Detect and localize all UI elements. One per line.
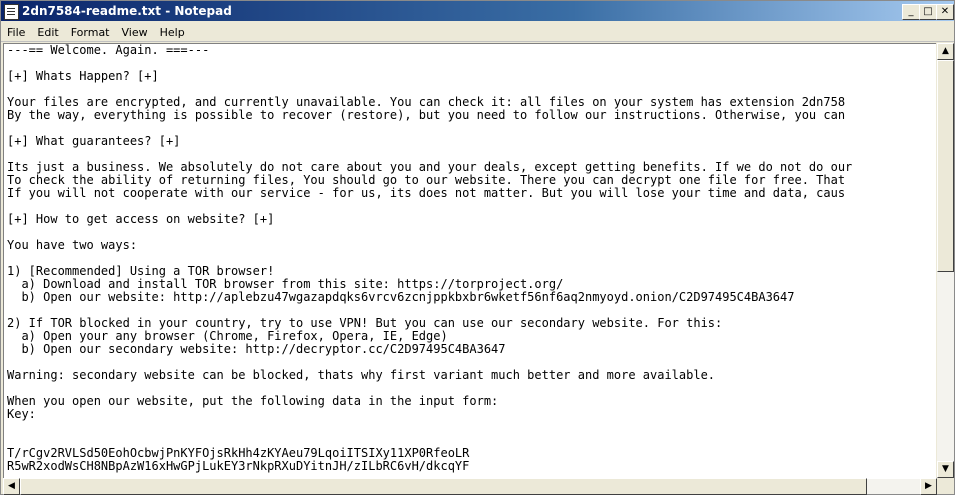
document-text[interactable]: ---== Welcome. Again. ===--- [+] Whats H… [4,44,936,473]
document-line: b) Open our secondary website: http://de… [7,342,506,356]
document-line: [+] What guarantees? [+] [7,134,181,148]
notepad-window: 2dn7584-readme.txt - Notepad _ □ ✕ File E… [0,0,955,495]
document-line: Warning: secondary website can be blocke… [7,368,716,382]
document-line: You have two ways: [7,238,138,252]
menu-bar: File Edit Format View Help [1,21,954,42]
document-line: Its just a business. We absolutely do no… [7,160,853,174]
menu-file[interactable]: File [1,23,31,43]
menu-format[interactable]: Format [65,23,116,43]
size-grip [937,479,954,494]
maximize-button[interactable]: □ [919,4,937,20]
close-button[interactable]: ✕ [936,4,954,20]
document-line: a) Open your any browser (Chrome, Firefo… [7,329,448,343]
horizontal-scroll-thumb[interactable] [20,478,867,495]
scroll-down-button[interactable]: ▼ [937,461,954,478]
document-line: b) Open our website: http://aplebzu47wga… [7,290,795,304]
document-line: When you open our website, put the follo… [7,394,499,408]
notepad-icon[interactable] [4,4,19,20]
menu-edit[interactable]: Edit [31,23,64,43]
document-line: By the way, everything is possible to re… [7,108,846,122]
text-editor[interactable]: ---== Welcome. Again. ===--- [+] Whats H… [3,43,936,480]
menu-view[interactable]: View [116,23,154,43]
document-line: Your files are encrypted, and currently … [7,95,846,109]
window-title: 2dn7584-readme.txt - Notepad [22,4,232,18]
document-line: [+] How to get access on website? [+] [7,212,275,226]
document-line: 2) If TOR blocked in your country, try t… [7,316,723,330]
document-line: 1) [Recommended] Using a TOR browser! [7,264,275,278]
document-line: T/rCgv2RVLSd50EohOcbwjPnKYFOjsRkHh4zKYAe… [7,446,470,460]
title-bar[interactable]: 2dn7584-readme.txt - Notepad _ □ ✕ [1,1,954,21]
minimize-button[interactable]: _ [902,4,920,20]
vertical-scrollbar[interactable]: ▲ ▼ [937,43,954,478]
document-line: To check the ability of returning files,… [7,173,846,187]
vertical-scroll-thumb[interactable] [937,60,954,272]
document-line: [+] Whats Happen? [+] [7,69,159,83]
scroll-right-button[interactable]: ▶ [920,478,937,495]
scroll-left-button[interactable]: ◀ [3,478,20,495]
document-line: a) Download and install TOR browser from… [7,277,564,291]
document-line: ---== Welcome. Again. ===--- [7,43,210,57]
menu-help[interactable]: Help [154,23,191,43]
scroll-up-button[interactable]: ▲ [937,43,954,60]
document-line: If you will not cooperate with our servi… [7,186,846,200]
document-line: Key: [7,407,36,421]
document-line: R5wR2xodWsCH8NBpAzW16xHwGPjLukEY3rNkpRXu… [7,459,470,473]
horizontal-scrollbar[interactable]: ◀ ▶ [3,478,937,495]
